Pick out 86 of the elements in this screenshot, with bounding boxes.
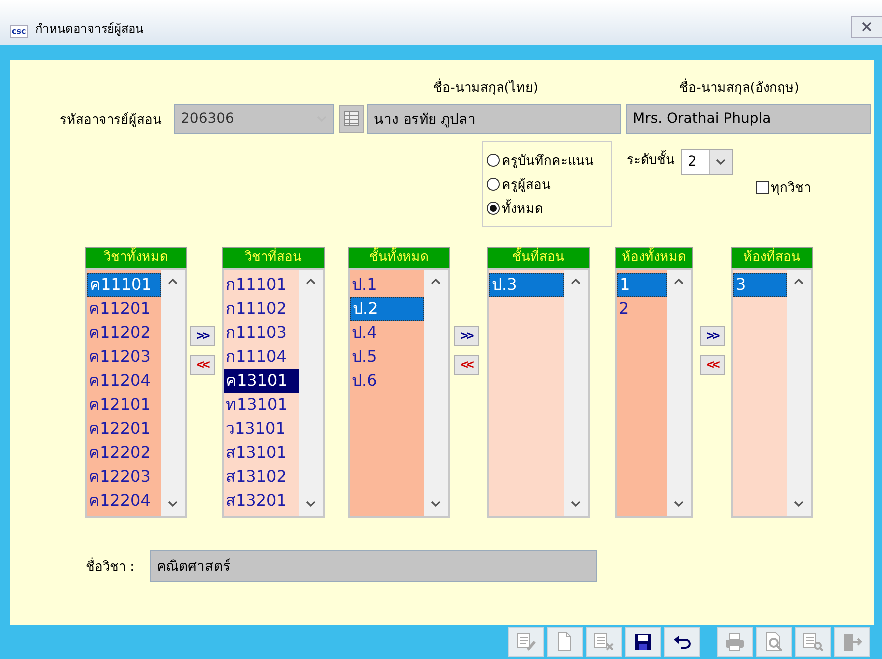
list-box[interactable]: ก11101 ก11102 ก11103 ก11104 ค13101 ท13101 ว13101 ส13101 ส13102 ส13201 — [222, 268, 325, 518]
list-item[interactable]: ส13101 — [224, 441, 299, 465]
list-item[interactable]: ค11101 — [87, 273, 161, 297]
scroll-down-icon[interactable] — [168, 501, 178, 508]
lookup-button[interactable] — [339, 105, 364, 133]
delete-list-icon — [593, 631, 615, 653]
table-icon — [342, 110, 360, 128]
list-item[interactable]: ค12202 — [87, 441, 161, 465]
list-box[interactable]: 1 2 — [615, 268, 693, 518]
list-item[interactable]: ค12204 — [87, 489, 161, 513]
thai-name-field[interactable]: นาง อรทัย ภูปลา — [367, 104, 621, 134]
list-item[interactable]: ป.5 — [350, 345, 424, 369]
scroll-down-icon[interactable] — [431, 501, 441, 508]
add-button[interactable]: >> — [190, 326, 215, 346]
english-name-field[interactable]: Mrs. Orathai Phupla — [626, 104, 871, 134]
list-header: วิชาที่สอน — [222, 247, 325, 268]
close-icon — [861, 22, 873, 32]
list-item[interactable]: ค11203 — [87, 345, 161, 369]
list-header: ชั้นทั้งหมด — [348, 247, 450, 268]
role-radio[interactable]: ครูบันทึกคะแนน — [487, 149, 611, 171]
list-item[interactable]: ป.6 — [350, 369, 424, 393]
search-list-icon — [802, 631, 824, 653]
list-item[interactable]: ป.4 — [350, 321, 424, 345]
list-header: ชั้นที่สอน — [487, 247, 590, 268]
list-item[interactable]: ค12201 — [87, 417, 161, 441]
list-item[interactable]: ค11201 — [87, 297, 161, 321]
all-subjects-checkbox[interactable]: ทุกวิชา — [756, 147, 811, 227]
list-box[interactable]: 3 — [731, 268, 813, 518]
field-label: ชื่อวิชา : — [86, 556, 136, 576]
scroll-up-icon[interactable] — [674, 278, 684, 285]
list-item[interactable]: ค11202 — [87, 321, 161, 345]
add-button[interactable]: >> — [700, 326, 725, 346]
scroll-up-icon[interactable] — [168, 278, 178, 285]
list-item[interactable]: ค12203 — [87, 465, 161, 489]
list-header: วิชาทั้งหมด — [85, 247, 187, 268]
list-item[interactable]: ส13201 — [224, 489, 299, 513]
list-box[interactable]: ค11101 ค11201 ค11202 ค11203 ค11204 ค12101 ค12201 ค12202 ค12203 ค12204 — [85, 268, 187, 518]
list-item[interactable]: ท13101 — [224, 393, 299, 417]
printer-icon — [724, 631, 746, 653]
list-box[interactable]: ป.1 ป.2 ป.4 ป.5 ป.6 — [348, 268, 450, 518]
list-header: ห้องทั้งหมด — [615, 247, 693, 268]
level-label: ระดับชั้น — [627, 149, 675, 170]
add-button[interactable]: >> — [454, 326, 479, 346]
scroll-up-icon[interactable] — [431, 278, 441, 285]
list-item[interactable]: ก11104 — [224, 345, 299, 369]
list-header: ห้องที่สอน — [731, 247, 813, 268]
subject-name-field[interactable]: คณิตศาสตร์ — [150, 550, 597, 582]
edit-list-icon — [515, 631, 537, 653]
level-dropdown[interactable]: 2 — [681, 149, 733, 175]
list-item[interactable]: ส13102 — [224, 465, 299, 489]
list-item[interactable]: 3 — [733, 273, 787, 297]
list-item[interactable]: ก11101 — [224, 273, 299, 297]
scroll-down-icon[interactable] — [571, 501, 581, 508]
list-item[interactable]: ป.3 — [489, 273, 564, 297]
scroll-up-icon[interactable] — [306, 278, 316, 285]
list-item[interactable]: ว13101 — [224, 417, 299, 441]
save-icon — [632, 631, 654, 653]
remove-button[interactable]: << — [700, 355, 725, 375]
list-item[interactable]: ก11102 — [224, 297, 299, 321]
column-heading: ชื่อ-นามสกุล(ไทย) — [360, 77, 612, 98]
scroll-down-icon[interactable] — [306, 501, 316, 508]
remove-button[interactable]: << — [190, 355, 215, 375]
save-button[interactable] — [625, 627, 661, 657]
role-radio[interactable]: ครูผู้สอน — [487, 173, 611, 195]
list-item[interactable]: ค11204 — [87, 369, 161, 393]
scroll-down-icon[interactable] — [674, 501, 684, 508]
list-item[interactable]: ป.1 — [350, 273, 424, 297]
list-box[interactable]: ป.3 — [487, 268, 590, 518]
scroll-down-icon[interactable] — [794, 501, 804, 508]
window-title: กำหนดอาจารย์ผู้สอน — [35, 21, 144, 38]
list-item[interactable]: ป.2 — [350, 297, 424, 321]
scroll-up-icon[interactable] — [794, 278, 804, 285]
list-item[interactable]: ค13101 — [224, 369, 299, 393]
list-item[interactable]: 1 — [617, 273, 667, 297]
field-label: รหัสอาจารย์ผู้สอน — [60, 112, 163, 130]
list-item[interactable]: ก11103 — [224, 321, 299, 345]
app-logo: csc — [10, 25, 28, 38]
close-button[interactable] — [851, 16, 882, 38]
column-heading: ชื่อ-นามสกุล(อังกฤษ) — [617, 77, 862, 98]
undo-button[interactable] — [664, 627, 700, 657]
list-item[interactable]: 2 — [617, 297, 667, 321]
door-exit-icon — [841, 631, 863, 653]
role-radio[interactable]: ทั้งหมด — [487, 197, 611, 219]
scroll-up-icon[interactable] — [571, 278, 581, 285]
list-item[interactable]: ค12101 — [87, 393, 161, 417]
remove-button[interactable]: << — [454, 355, 479, 375]
